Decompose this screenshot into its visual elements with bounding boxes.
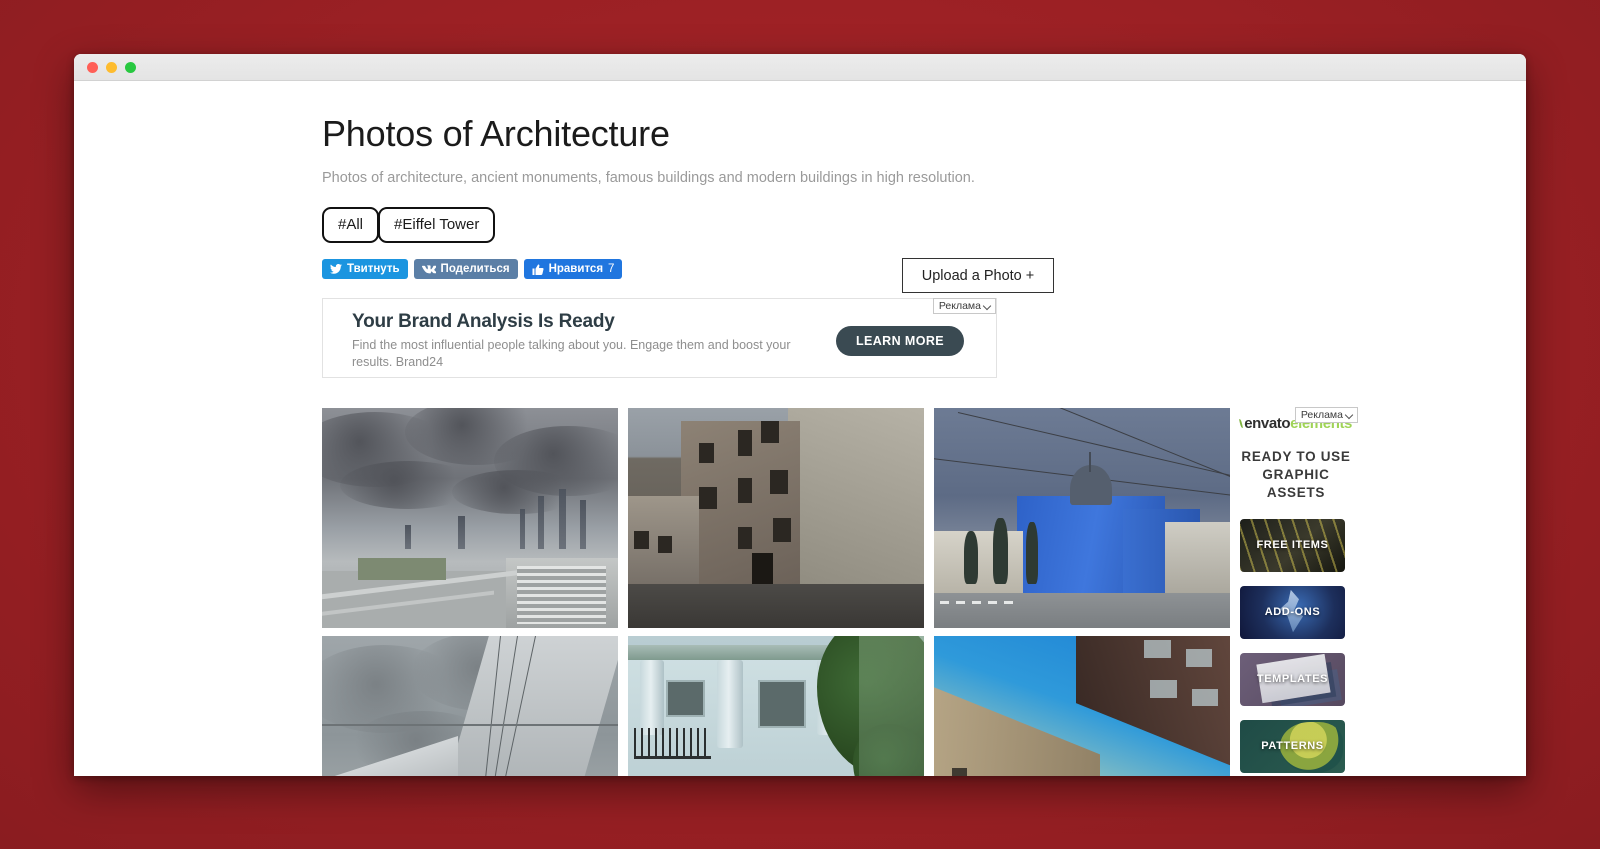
ad-banner-body: Your Brand Analysis Is Ready Find the mo… bbox=[323, 299, 823, 371]
twitter-share-button[interactable]: Твитнуть bbox=[322, 259, 408, 279]
chevron-down-icon bbox=[984, 303, 991, 310]
envato-card-label: TEMPLATES bbox=[1256, 673, 1329, 686]
photo-tile[interactable] bbox=[934, 636, 1230, 776]
page-title: Photos of Architecture bbox=[322, 113, 670, 154]
leaf-icon bbox=[1239, 418, 1244, 429]
vk-share-button[interactable]: Поделиться bbox=[413, 259, 518, 279]
tag-filter-list: #All #Eiffel Tower bbox=[322, 207, 1526, 243]
rail-ad-disclosure-label: Реклама bbox=[1300, 409, 1343, 421]
chevron-down-icon bbox=[1346, 412, 1353, 419]
envato-card-label: FREE ITEMS bbox=[1256, 539, 1329, 552]
envato-headline: READY TO USE GRAPHIC ASSETS bbox=[1241, 449, 1351, 501]
twitter-bird-icon bbox=[330, 264, 342, 274]
photo-tile[interactable] bbox=[934, 408, 1230, 628]
envato-card-free-items[interactable]: FREE ITEMS bbox=[1240, 518, 1345, 572]
photo-tile[interactable] bbox=[322, 636, 618, 776]
upload-photo-button[interactable]: Upload a Photo + bbox=[902, 258, 1054, 293]
photo-tile[interactable] bbox=[628, 408, 924, 628]
envato-ad-rail: Реклама envato elements READY TO USE GRA… bbox=[1239, 407, 1358, 776]
browser-window: Photos of Architecture Photos of archite… bbox=[74, 54, 1526, 776]
page-content: Photos of Architecture Photos of archite… bbox=[74, 81, 1526, 776]
ad-banner-title: Your Brand Analysis Is Ready bbox=[352, 311, 615, 332]
main-column: Photos of Architecture Photos of archite… bbox=[322, 81, 1526, 378]
ad-banner-description: Find the most influential people talking… bbox=[352, 338, 791, 369]
photo-grid bbox=[322, 408, 1232, 776]
envato-logo-primary: envato bbox=[1244, 415, 1291, 432]
ad-learn-more-button[interactable]: LEARN MORE bbox=[836, 326, 964, 356]
facebook-like-label: Нравится bbox=[548, 263, 604, 275]
vk-share-label: Поделиться bbox=[440, 263, 510, 275]
close-window-button[interactable] bbox=[87, 61, 98, 73]
twitter-share-label: Твитнуть bbox=[347, 263, 400, 275]
photo-tile[interactable] bbox=[628, 636, 924, 776]
minimize-window-button[interactable] bbox=[106, 61, 117, 73]
page-subtitle: Photos of architecture, ancient monument… bbox=[322, 170, 975, 186]
envato-card-templates[interactable]: TEMPLATES bbox=[1240, 652, 1345, 706]
zoom-window-button[interactable] bbox=[125, 61, 136, 73]
envato-card-add-ons[interactable]: ADD-ONS bbox=[1240, 585, 1345, 639]
rail-ad-disclosure-badge[interactable]: Реклама bbox=[1294, 407, 1358, 423]
envato-card-label: PATTERNS bbox=[1261, 740, 1324, 753]
facebook-like-button[interactable]: Нравится 7 bbox=[523, 259, 623, 279]
vk-icon bbox=[421, 264, 436, 274]
thumbs-up-icon bbox=[532, 263, 544, 275]
tag-filter-eiffel-tower[interactable]: #Eiffel Tower bbox=[378, 207, 496, 243]
photo-tile[interactable] bbox=[322, 408, 618, 628]
envato-card-patterns[interactable]: PATTERNS bbox=[1240, 719, 1345, 773]
tag-filter-all[interactable]: #All bbox=[322, 207, 380, 243]
window-titlebar bbox=[74, 54, 1526, 81]
ad-disclosure-label: Реклама bbox=[938, 300, 981, 312]
brand-ad-banner[interactable]: Реклама Your Brand Analysis Is Ready Fin… bbox=[322, 298, 997, 378]
facebook-like-count: 7 bbox=[608, 263, 615, 275]
ad-disclosure-badge[interactable]: Реклама bbox=[932, 298, 996, 314]
envato-card-label: ADD-ONS bbox=[1264, 606, 1321, 619]
envato-card-list: FREE ITEMS ADD-ONS TEMPLATES PATTERNS bbox=[1240, 518, 1352, 776]
